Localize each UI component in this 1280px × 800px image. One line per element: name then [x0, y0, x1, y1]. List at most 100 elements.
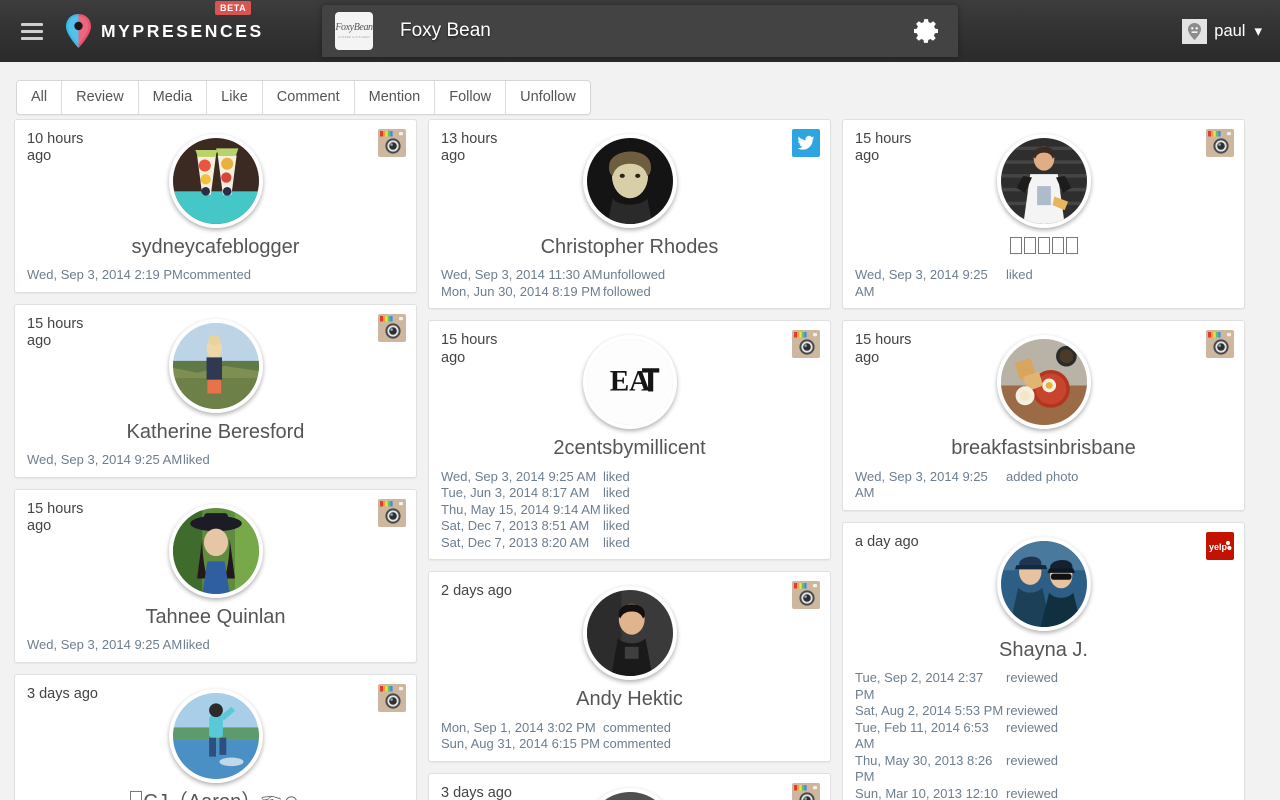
tab-comment[interactable]: Comment — [262, 81, 355, 114]
svg-text:yelp: yelp — [1209, 542, 1228, 552]
event-action: commented — [603, 719, 671, 735]
event-action: liked — [1006, 267, 1033, 283]
activity-card[interactable]: 15 hours ago EA 2centsbymillicent Wed, Se… — [428, 320, 831, 561]
instagram-badge-icon[interactable] — [378, 683, 406, 712]
tab-all[interactable]: All — [17, 81, 63, 114]
card-time-ago: 13 hours ago — [441, 131, 498, 165]
presence-thumbnail: FoxyBean COFFEE & KITCHEN — [335, 12, 373, 50]
instagram-badge-icon[interactable] — [378, 498, 406, 527]
user-menu[interactable]: paul ▾ — [1182, 0, 1262, 62]
instagram-badge-icon[interactable] — [792, 782, 820, 800]
event-action: commented — [183, 267, 251, 283]
hamburger-icon[interactable] — [21, 22, 43, 40]
event-action: reviewed — [1006, 670, 1059, 686]
tab-mention[interactable]: Mention — [354, 81, 436, 114]
event-row: Thu, May 15, 2014 9:14 AM liked — [441, 502, 818, 519]
activity-card[interactable]: 15 hours ago breakfastsinbrisbane Wed, Se… — [842, 320, 1245, 511]
card-time-ago: 15 hours ago — [855, 332, 912, 366]
activity-card[interactable]: 3 days ago CJ（Aaron）☜☺Mon, Sep 1, 2014 1… — [14, 673, 417, 800]
event-row: Wed, Sep 3, 2014 9:25 AM liked — [27, 637, 404, 654]
avatar[interactable] — [168, 688, 263, 783]
event-row: Wed, Sep 3, 2014 2:19 PM commented — [27, 267, 404, 284]
avatar-name[interactable]: sydneycafeblogger — [27, 236, 404, 258]
avatar-name[interactable]: Andy Hektic — [441, 688, 818, 710]
event-timestamp: Sun, Aug 31, 2014 6:15 PM — [441, 736, 601, 752]
event-row: Wed, Sep 3, 2014 9:25 AM liked — [441, 469, 818, 486]
presence-selector-bar[interactable]: FoxyBean COFFEE & KITCHEN Foxy Bean — [322, 5, 958, 57]
event-timestamp: Wed, Sep 3, 2014 9:25 AM — [855, 267, 988, 299]
avatar[interactable] — [582, 134, 677, 228]
instagram-badge-icon[interactable] — [792, 330, 820, 359]
activity-card[interactable]: 13 hours ago Christopher Rhodes Wed, Sep … — [428, 119, 831, 310]
event-action: commented — [603, 736, 671, 752]
avatar-name[interactable]: Christopher Rhodes — [441, 236, 818, 258]
avatar[interactable] — [996, 335, 1091, 430]
tab-follow[interactable]: Follow — [435, 81, 507, 114]
mypresences-logo-icon — [65, 14, 92, 48]
event-list: Wed, Sep 3, 2014 9:25 AM liked Tue, Jun 3,… — [441, 469, 818, 552]
avatar-name[interactable]: Katherine Beresford — [27, 421, 404, 443]
avatar[interactable] — [582, 586, 677, 681]
activity-card[interactable]: 15 hours ago Katherine Beresford Wed, Sep… — [14, 303, 417, 478]
avatar[interactable]: EA — [582, 335, 677, 430]
presence-title: Foxy Bean — [400, 20, 491, 41]
instagram-badge-icon[interactable] — [378, 313, 406, 342]
avatar-name[interactable]: Shayna J. — [855, 639, 1232, 661]
event-action: liked — [603, 468, 630, 484]
hamburger-bar — [21, 29, 43, 33]
gear-icon[interactable] — [896, 5, 958, 57]
event-row: Mon, Jun 30, 2014 8:19 PM followed — [441, 284, 818, 301]
event-timestamp: Sun, Mar 10, 2013 12:10 PM — [855, 785, 999, 800]
tab-media[interactable]: Media — [138, 81, 208, 114]
unrenderable-glyph — [1037, 236, 1050, 254]
event-timestamp: Wed, Sep 3, 2014 9:25 AM — [441, 468, 597, 484]
event-row: Mon, Sep 1, 2014 3:02 PM commented — [441, 720, 818, 737]
avatar[interactable] — [996, 134, 1091, 228]
avatar[interactable] — [168, 134, 263, 228]
event-row: Tue, Jun 3, 2014 8:17 AM liked — [441, 485, 818, 502]
event-row: Wed, Sep 3, 2014 11:30 AM unfollowed — [441, 267, 818, 284]
hamburger-bar — [21, 36, 43, 40]
avatar-name[interactable]: breakfastsinbrisbane — [855, 437, 1232, 459]
activity-card[interactable]: 15 hours ago Tahnee Quinlan Wed, Sep 3, 2… — [14, 488, 417, 663]
activity-card[interactable]: 3 days ago — [428, 772, 831, 800]
card-time-ago: 3 days ago — [27, 685, 98, 702]
avatar-name[interactable]: 2centsbymillicent — [441, 437, 818, 459]
twitter-badge-icon[interactable] — [792, 129, 820, 157]
event-row: Sat, Dec 7, 2013 8:51 AM liked — [441, 518, 818, 535]
chevron-down-icon[interactable]: ▾ — [1254, 22, 1262, 40]
event-timestamp: Tue, Jun 3, 2014 8:17 AM — [441, 485, 590, 501]
event-timestamp: Sat, Dec 7, 2013 8:51 AM — [441, 518, 590, 534]
activity-card[interactable]: 2 days ago Andy Hektic Mon, Sep 1, 2014 3… — [428, 571, 831, 762]
event-list: Tue, Sep 2, 2014 2:37 PM reviewed Sat, Aug… — [855, 670, 1232, 800]
unrenderable-glyph — [1023, 236, 1036, 254]
activity-card[interactable]: a day ago yelp Shayna J. Tue, Sep 2, 2014 … — [842, 521, 1245, 800]
activity-card[interactable]: 10 hours ago sydneycafeblogger Wed, Sep 3… — [14, 119, 417, 293]
avatar[interactable] — [168, 318, 263, 413]
instagram-badge-icon[interactable] — [378, 129, 406, 157]
avatar[interactable] — [996, 536, 1091, 631]
tab-review[interactable]: Review — [62, 81, 139, 114]
event-timestamp: Wed, Sep 3, 2014 11:30 AM — [441, 267, 603, 283]
event-action: reviewed — [1006, 719, 1059, 735]
tab-unfollow[interactable]: Unfollow — [506, 81, 590, 114]
avatar[interactable] — [168, 503, 263, 598]
event-row: Tue, Feb 11, 2014 6:53 AM reviewed — [855, 720, 1232, 753]
app-header: MYPRESENCES BETA FoxyBean COFFEE & KITCH… — [0, 0, 1280, 62]
activity-card[interactable]: 15 hours ago Wed, Sep 3, 2014 9:25 AM lik… — [842, 119, 1245, 310]
avatar-name[interactable]: Tahnee Quinlan — [27, 606, 404, 628]
avatar[interactable] — [582, 787, 677, 800]
event-timestamp: Thu, May 30, 2013 8:26 PM — [855, 752, 993, 785]
event-list: Wed, Sep 3, 2014 9:25 AM added photo — [855, 469, 1232, 502]
instagram-badge-icon[interactable] — [1206, 330, 1234, 359]
avatar-name[interactable]: CJ（Aaron）☜☺ — [27, 791, 404, 800]
feed-column-3: 15 hours ago Wed, Sep 3, 2014 9:25 AM lik… — [842, 119, 1245, 800]
tab-like[interactable]: Like — [207, 81, 263, 114]
instagram-badge-icon[interactable] — [1206, 129, 1234, 157]
instagram-badge-icon[interactable] — [792, 581, 820, 610]
event-row: Sun, Aug 31, 2014 6:15 PM commented — [441, 736, 818, 753]
avatar-name[interactable] — [855, 236, 1232, 258]
yelp-badge-icon[interactable]: yelp — [1206, 531, 1234, 560]
event-timestamp: Wed, Sep 3, 2014 9:25 AM — [27, 637, 183, 653]
brand-logo-group[interactable]: MYPRESENCES BETA — [65, 1, 264, 48]
